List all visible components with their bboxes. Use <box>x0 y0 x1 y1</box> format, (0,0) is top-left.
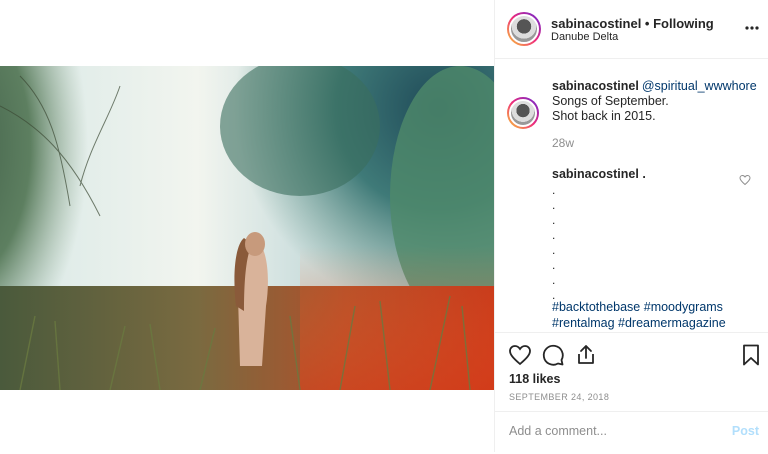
comment-dot: . <box>552 273 556 287</box>
comment-icon[interactable] <box>541 343 565 367</box>
post-sidebar: sabinacostinel • Following Danube Delta … <box>494 0 768 452</box>
post-media-area <box>0 0 494 452</box>
caption-line-2: Shot back in 2015. <box>552 109 656 123</box>
comment-dot: . <box>552 228 556 242</box>
bookmark-icon[interactable] <box>739 343 763 367</box>
post-date[interactable]: SEPTEMBER 24, 2018 <box>509 392 609 402</box>
avatar[interactable] <box>507 12 541 46</box>
caption-avatar[interactable] <box>507 97 539 129</box>
comment-composer: Post <box>495 411 768 454</box>
caption-mention[interactable]: @spiritual_wwwhore <box>642 79 757 93</box>
hashtag-line-2[interactable]: #rentalmag #dreamermagazine <box>552 316 726 330</box>
header-username[interactable]: sabinacostinel <box>551 16 641 31</box>
like-comment-heart-icon[interactable] <box>739 173 751 186</box>
more-options-icon[interactable] <box>745 17 759 35</box>
comment-header: sabinacostinel . <box>552 167 646 181</box>
caption-line-1: Songs of September. <box>552 94 669 108</box>
comment-dot: . <box>552 258 556 272</box>
post-actions: 118 likes SEPTEMBER 24, 2018 Post <box>495 332 768 453</box>
post-header: sabinacostinel • Following Danube Delta <box>495 0 768 59</box>
header-user-line: sabinacostinel • Following <box>551 16 714 31</box>
comment-dot: . <box>552 213 556 227</box>
comment-text: . <box>638 167 646 181</box>
comment-dot: . <box>552 243 556 257</box>
location-link[interactable]: Danube Delta <box>551 31 618 43</box>
caption-timestamp[interactable]: 28w <box>552 136 574 150</box>
hashtag-line-1[interactable]: #backtothebase #moodygrams <box>552 300 723 314</box>
heart-icon[interactable] <box>508 343 532 367</box>
caption-username[interactable]: sabinacostinel <box>552 79 639 93</box>
add-comment-input[interactable] <box>509 424 709 438</box>
likes-count[interactable]: 118 likes <box>509 372 560 386</box>
follow-status[interactable]: • Following <box>641 16 714 31</box>
comment-dot: . <box>552 198 556 212</box>
comments-list[interactable]: sabinacostinel @spiritual_wwwhore Songs o… <box>495 59 768 331</box>
post-button[interactable]: Post <box>732 424 759 438</box>
comment-username[interactable]: sabinacostinel <box>552 167 639 181</box>
share-icon[interactable] <box>574 343 598 367</box>
comment-dot: . <box>552 183 556 197</box>
caption-header: sabinacostinel @spiritual_wwwhore <box>552 79 757 93</box>
post-photo[interactable] <box>0 66 494 390</box>
